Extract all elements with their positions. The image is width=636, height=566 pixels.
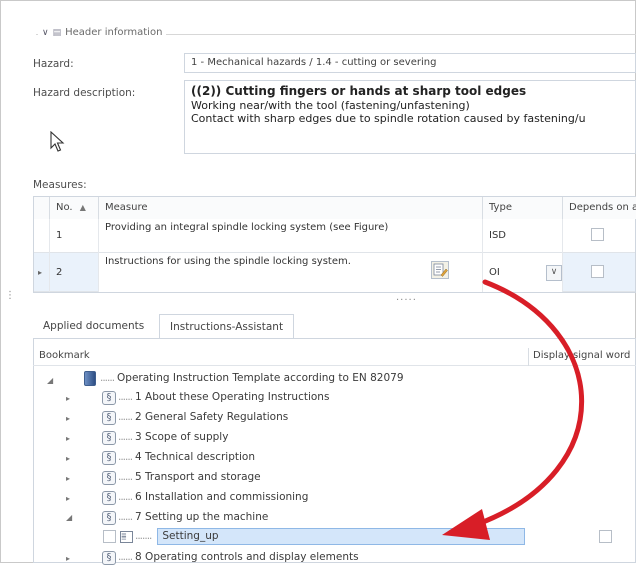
panel-grip-icon[interactable]: ⋮ xyxy=(5,291,15,301)
collapse-icon[interactable]: ◢ xyxy=(66,513,72,522)
measures-grid: No. ▲ Measure Type Depends on a co 1 Pro… xyxy=(33,196,636,293)
tree-node-root[interactable]: ...... Operating Instruction Template ac… xyxy=(84,370,404,387)
measures-header-row: No. ▲ Measure Type Depends on a co xyxy=(34,197,636,219)
tree-node[interactable]: §...... 3 Scope of supply xyxy=(102,429,228,446)
column-header-type[interactable]: Type xyxy=(483,197,563,219)
row-measure[interactable]: Providing an integral spindle locking sy… xyxy=(99,219,483,253)
column-header-measure[interactable]: Measure xyxy=(99,197,483,219)
row-type[interactable]: ISD xyxy=(483,219,563,253)
tree-connector: ...... xyxy=(118,451,133,463)
header-group-title[interactable]: ∨ ▤ Header information xyxy=(38,27,167,38)
tree-node[interactable]: §...... 8 Operating controls and display… xyxy=(102,549,359,566)
tree-connector: ...... xyxy=(118,471,133,483)
tree-connector: ...... xyxy=(118,491,133,503)
expand-icon[interactable]: ▸ xyxy=(66,494,70,503)
table-row[interactable]: ▸ 2 Instructions for using the spindle l… xyxy=(34,253,635,292)
tree-connector: ...... xyxy=(118,431,133,443)
tree-node-label: 5 Transport and storage xyxy=(135,471,261,483)
tree-node-label: 1 About these Operating Instructions xyxy=(135,391,330,403)
tree-node[interactable]: §...... 2 General Safety Regulations xyxy=(102,409,288,426)
tree-node-label: 7 Setting up the machine xyxy=(135,511,269,523)
mouse-cursor-icon xyxy=(50,131,65,152)
tree-node-selected[interactable]: ≡ ≡ ....... Setting_up xyxy=(120,528,219,545)
expand-icon[interactable]: ▸ xyxy=(66,454,70,463)
depends-checkbox[interactable] xyxy=(591,265,604,278)
tree-node-label: 4 Technical description xyxy=(135,451,255,463)
header-title-text: Header information xyxy=(65,27,163,38)
edit-text-icon[interactable] xyxy=(431,261,449,279)
tree-node-label: 3 Scope of supply xyxy=(135,431,229,443)
measures-label: Measures: xyxy=(33,179,87,191)
section-icon: § xyxy=(102,550,116,565)
section-icon: § xyxy=(102,490,116,505)
tree-node-label: 6 Installation and commissioning xyxy=(135,491,309,503)
hazard-description-line: Working near/with the tool (fastening/un… xyxy=(191,99,470,112)
column-header-display-signal-word[interactable]: Display signal word xyxy=(533,350,630,361)
tab-instructions-assistant[interactable]: Instructions-Assistant xyxy=(159,314,295,339)
document-icon xyxy=(84,371,96,386)
chevron-down-icon[interactable]: ∨ xyxy=(546,265,562,281)
header-icon: ▤ xyxy=(52,27,62,38)
section-icon: § xyxy=(102,390,116,405)
depends-checkbox[interactable] xyxy=(591,228,604,241)
row-no: 2 xyxy=(50,253,99,292)
tree-connector: ...... xyxy=(118,551,133,563)
tree-node[interactable]: §...... 5 Transport and storage xyxy=(102,469,261,486)
tree-connector: ...... xyxy=(118,391,133,403)
row-selector-header xyxy=(34,197,50,219)
tree-node-label: 8 Operating controls and display element… xyxy=(135,551,359,563)
tree-node[interactable]: §...... 6 Installation and commissioning xyxy=(102,489,308,506)
expand-icon[interactable]: ▸ xyxy=(66,394,70,403)
row-measure-editor[interactable]: Instructions for using the spindle locki… xyxy=(99,253,483,292)
section-icon: § xyxy=(102,410,116,425)
display-signal-word-checkbox[interactable] xyxy=(599,530,612,543)
node-checkbox[interactable] xyxy=(103,530,116,543)
expand-icon[interactable]: ▸ xyxy=(66,414,70,423)
tree-node-label: 2 General Safety Regulations xyxy=(135,411,289,423)
hazard-field[interactable]: 1 - Mechanical hazards / 1.4 - cutting o… xyxy=(184,53,636,73)
tree-node[interactable]: §...... 4 Technical description xyxy=(102,449,255,466)
expand-icon[interactable]: ▸ xyxy=(66,474,70,483)
hazard-label: Hazard: xyxy=(33,58,74,70)
tab-applied-documents[interactable]: Applied documents xyxy=(33,314,154,339)
section-icon: § xyxy=(102,430,116,445)
row-selector[interactable] xyxy=(34,219,50,253)
hazard-description-field[interactable]: ((2)) Cutting fingers or hands at sharp … xyxy=(184,80,636,154)
hazard-value: 1 - Mechanical hazards / 1.4 - cutting o… xyxy=(191,57,437,68)
splitter-grip[interactable]: ..... xyxy=(396,292,417,303)
hazard-description-label: Hazard description: xyxy=(33,87,136,99)
section-icon: § xyxy=(102,470,116,485)
tree-connector: ...... xyxy=(118,511,133,523)
expand-icon[interactable]: ▸ xyxy=(66,554,70,563)
text-block-icon: ≡ ≡ xyxy=(120,530,133,543)
tree-node[interactable]: §...... 1 About these Operating Instruct… xyxy=(102,389,329,406)
tree-header-row: Bookmark Display signal word xyxy=(33,348,636,366)
current-row-indicator-icon: ▸ xyxy=(34,253,50,292)
tree-connector: ...... xyxy=(100,372,115,384)
column-header-bookmark[interactable]: Bookmark xyxy=(39,350,90,361)
row-no: 1 xyxy=(50,219,99,253)
hazard-description-title: ((2)) Cutting fingers or hands at sharp … xyxy=(191,84,527,98)
section-icon: § xyxy=(102,510,116,525)
tree-node[interactable]: §...... 7 Setting up the machine xyxy=(102,509,268,526)
sort-ascending-icon: ▲ xyxy=(79,203,86,212)
expand-icon[interactable]: ▸ xyxy=(66,434,70,443)
tree-connector: ....... xyxy=(135,530,152,542)
column-no-label: No. xyxy=(56,202,73,213)
collapse-icon[interactable]: ◢ xyxy=(47,376,53,385)
table-row[interactable]: 1 Providing an integral spindle locking … xyxy=(34,219,635,253)
tree-node-label: Setting_up xyxy=(162,530,219,542)
hazard-description-line: Contact with sharp edges due to spindle … xyxy=(191,112,586,125)
column-header-depends[interactable]: Depends on a co xyxy=(563,197,636,219)
column-divider xyxy=(528,348,529,366)
section-icon: § xyxy=(102,450,116,465)
row-measure: Instructions for using the spindle locki… xyxy=(105,256,351,267)
tree-connector: ...... xyxy=(118,411,133,423)
row-type: OI xyxy=(489,267,500,278)
tree-node-label: Operating Instruction Template according… xyxy=(117,372,404,384)
column-header-no[interactable]: No. ▲ xyxy=(50,197,99,219)
chevron-down-icon[interactable]: ∨ xyxy=(42,28,49,38)
